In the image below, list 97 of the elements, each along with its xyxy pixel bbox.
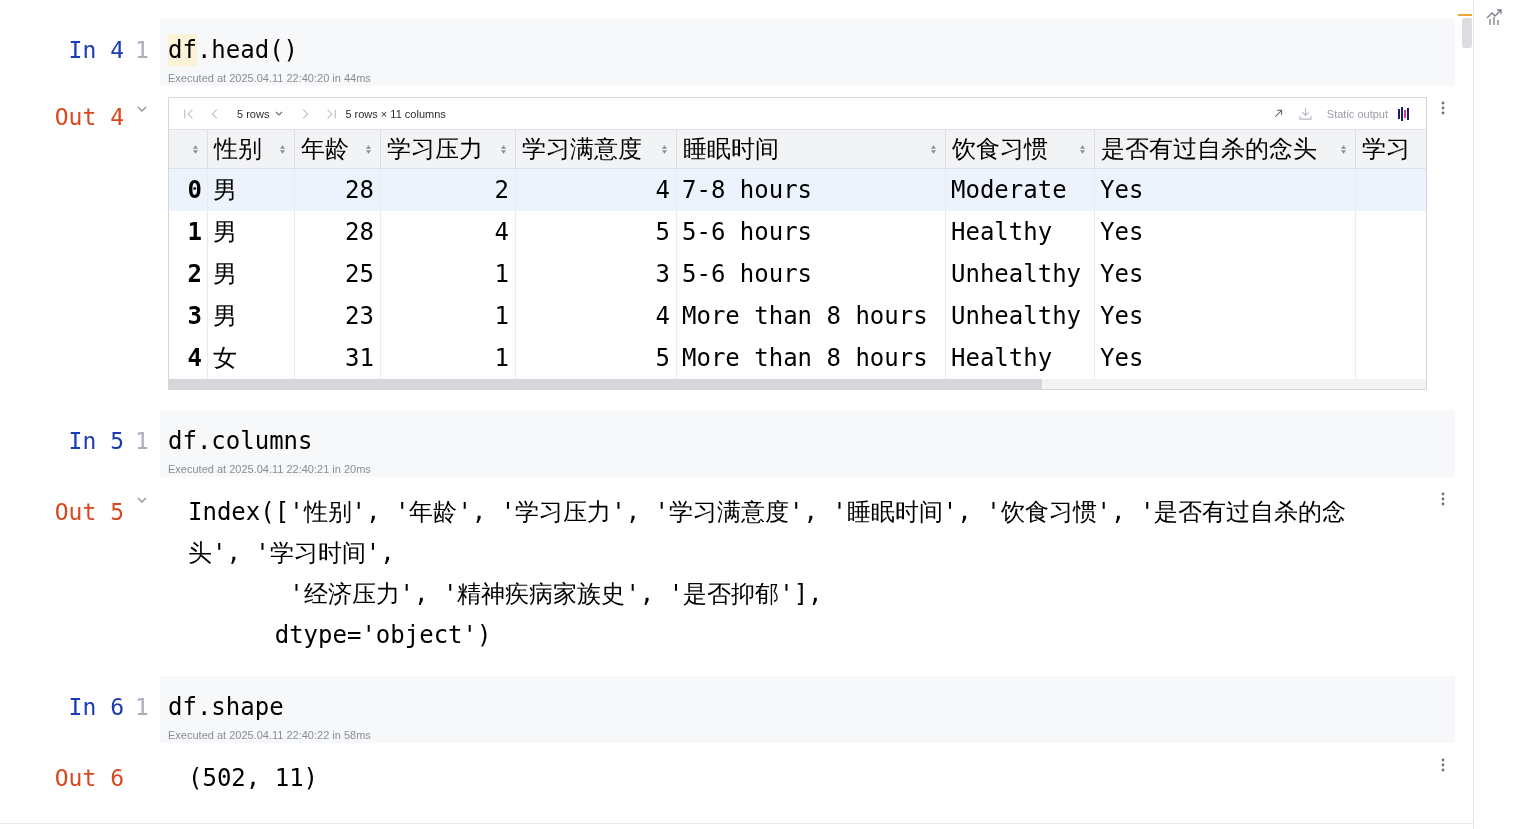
input-prompt: In 5 — [68, 427, 124, 456]
table-row[interactable]: 1 男 28 4 5 5-6 hours Healthy Yes — [169, 211, 1426, 253]
scroll-marker — [1458, 14, 1472, 16]
table-row[interactable]: 0 男 28 2 4 7-8 hours Moderate Yes — [169, 169, 1426, 211]
table-cell: 2 — [381, 169, 516, 211]
column-header: 性别 — [214, 135, 262, 164]
sort-icon[interactable] — [1341, 144, 1346, 154]
line-number: 1 — [135, 693, 149, 722]
code-cell[interactable]: df.columns Executed at 2025.04.11 22:40:21 in 20ms — [160, 410, 1455, 477]
code-text: df.columns — [168, 426, 313, 457]
scrollbar-thumb[interactable] — [169, 379, 1042, 389]
header-cell[interactable]: 年龄 — [295, 130, 381, 168]
chevron-down-icon — [275, 111, 284, 116]
table-cell: 5-6 hours — [677, 211, 946, 253]
table-cell: 1 — [381, 253, 516, 295]
column-header: 睡眠时间 — [683, 135, 779, 164]
column-header: 年龄 — [301, 135, 349, 164]
sort-icon[interactable] — [1080, 144, 1085, 154]
output-prompt: Out 6 — [54, 764, 124, 793]
output-prompt: Out 4 — [54, 103, 124, 132]
table-cell: Yes — [1095, 169, 1356, 211]
column-header: 学习满意度 — [522, 135, 642, 164]
sort-icon[interactable] — [366, 144, 371, 154]
column-header: 学习 — [1362, 135, 1410, 164]
highlighted-code: df — [168, 34, 197, 66]
sort-icon[interactable] — [931, 144, 936, 154]
table-cell: 男 — [208, 169, 295, 211]
code-cell[interactable]: df.shape Executed at 2025.04.11 22:40:22 in 58ms — [160, 676, 1455, 743]
table-row[interactable]: 3 男 23 1 4 More than 8 hours Unhealthy Yes — [169, 295, 1426, 337]
table-cell: Unhealthy — [946, 253, 1095, 295]
header-cell[interactable]: 睡眠时间 — [677, 130, 946, 168]
more-icon[interactable] — [1441, 758, 1445, 772]
table-cell: 1 — [381, 295, 516, 337]
execution-info: Executed at 2025.04.11 22:40:22 in 58ms — [168, 728, 371, 742]
code-text: df.shape — [168, 692, 284, 723]
table-summary: 5 rows × 11 columns — [345, 107, 446, 120]
header-cell[interactable]: 学习 — [1356, 130, 1426, 168]
sort-icon[interactable] — [193, 144, 198, 154]
table-cell: Moderate — [946, 169, 1095, 211]
header-cell[interactable]: 性别 — [208, 130, 295, 168]
output-prompt: Out 5 — [54, 498, 124, 527]
chevron-down-icon[interactable] — [137, 106, 147, 112]
row-index: 0 — [169, 169, 208, 211]
table-cell: 3 — [516, 253, 677, 295]
sort-icon[interactable] — [501, 144, 506, 154]
table-cell: More than 8 hours — [677, 295, 946, 337]
table-cell: 男 — [208, 295, 295, 337]
output-mode-label: Static output — [1326, 107, 1388, 120]
table-cell: 4 — [381, 211, 516, 253]
table-cell: 7-8 hours — [677, 169, 946, 211]
execution-info: Executed at 2025.04.11 22:40:20 in 44ms — [168, 71, 371, 85]
line-number: 1 — [135, 36, 149, 65]
header-cell[interactable]: 是否有过自杀的念头 — [1095, 130, 1356, 168]
table-cell: Yes — [1095, 211, 1356, 253]
table-cell: 28 — [295, 211, 381, 253]
table-cell: 5-6 hours — [677, 253, 946, 295]
more-icon[interactable] — [1441, 492, 1445, 506]
row-index: 2 — [169, 253, 208, 295]
row-index: 3 — [169, 295, 208, 337]
code-text: .head() — [196, 35, 299, 66]
line-number: 1 — [135, 427, 149, 456]
page-size-dropdown[interactable]: 5 rows — [235, 103, 286, 124]
header-cell[interactable]: 学习满意度 — [516, 130, 677, 168]
table-cell: Yes — [1095, 253, 1356, 295]
table-cell: Healthy — [946, 211, 1095, 253]
table-cell: Yes — [1095, 295, 1356, 337]
table-cell: 25 — [295, 253, 381, 295]
column-header: 是否有过自杀的念头 — [1101, 135, 1317, 164]
table-cell: Unhealthy — [946, 295, 1095, 337]
table-cell: 5 — [516, 211, 677, 253]
bars-icon[interactable] — [1398, 106, 1410, 121]
table-cell: 男 — [208, 211, 295, 253]
row-index: 1 — [169, 211, 208, 253]
table-cell: 28 — [295, 169, 381, 211]
output-text: (502, 11) — [188, 763, 319, 794]
input-prompt: In 6 — [68, 693, 124, 722]
table-cell: 男 — [208, 253, 295, 295]
column-header: 饮食习惯 — [952, 135, 1048, 164]
input-prompt: In 4 — [68, 36, 124, 65]
sort-icon[interactable] — [280, 144, 285, 154]
output-text: Index(['性别', '年龄', '学习压力', '学习满意度', '睡眠时间', '饮食习惯', '是否有过自杀的念 头', '学习时间', '经济压力', '精神疾病家族史', '是否抑郁'], dtype='object') — [188, 497, 1347, 651]
table-cell: 4 — [516, 295, 677, 337]
sort-icon[interactable] — [662, 144, 667, 154]
table-row[interactable]: 2 男 25 1 3 5-6 hours Unhealthy Yes — [169, 253, 1426, 295]
table-cell: 23 — [295, 295, 381, 337]
header-cell[interactable]: 学习压力 — [381, 130, 516, 168]
table-cell: 4 — [516, 169, 677, 211]
scrollbar-track[interactable] — [169, 379, 1426, 389]
execution-info: Executed at 2025.04.11 22:40:21 in 20ms — [168, 462, 371, 476]
more-icon[interactable] — [1441, 101, 1445, 115]
chevron-down-icon[interactable] — [137, 497, 147, 503]
header-cell[interactable]: 饮食习惯 — [946, 130, 1095, 168]
code-cell[interactable]: df.head() Executed at 2025.04.11 22:40:20 in 44ms — [160, 19, 1455, 86]
arrow-up-right-icon[interactable] — [1272, 108, 1284, 119]
chart-icon[interactable] — [1486, 9, 1502, 25]
scrollbar-thumb[interactable] — [1462, 18, 1472, 48]
column-header: 学习压力 — [387, 135, 483, 164]
